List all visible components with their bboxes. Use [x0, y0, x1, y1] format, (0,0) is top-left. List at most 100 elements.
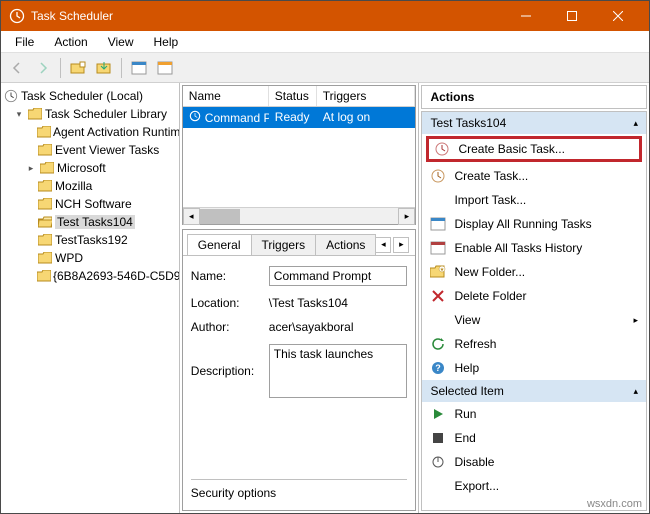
maximize-button[interactable]	[549, 1, 595, 31]
tree-item-wpd[interactable]: WPD	[3, 249, 177, 267]
tab-triggers[interactable]: Triggers	[251, 234, 317, 255]
location-value: \Test Tasks104	[269, 296, 408, 310]
col-triggers[interactable]: Triggers	[317, 86, 416, 106]
folder-icon	[37, 124, 51, 140]
menu-help[interactable]: Help	[144, 33, 189, 51]
tree-item-guid[interactable]: {6B8A2693-546D-C5D9	[3, 267, 177, 285]
menu-view[interactable]: View	[98, 33, 144, 51]
disable-icon	[430, 454, 446, 470]
name-field[interactable]: Command Prompt	[269, 266, 408, 286]
svg-text:?: ?	[436, 363, 442, 373]
title-bar: Task Scheduler	[1, 1, 649, 31]
col-status[interactable]: Status	[269, 86, 317, 106]
collapse-icon[interactable]: ▾	[13, 109, 25, 120]
scroll-thumb[interactable]	[200, 209, 240, 224]
tab-general[interactable]: General	[187, 234, 252, 255]
location-label: Location:	[191, 296, 263, 310]
action-view[interactable]: View▸	[422, 308, 646, 332]
running-tasks-icon	[430, 216, 446, 232]
center-pane: Name Status Triggers Command P... Ready …	[180, 83, 420, 513]
action-refresh[interactable]: Refresh	[422, 332, 646, 356]
name-label: Name:	[191, 269, 263, 283]
forward-button[interactable]	[31, 56, 55, 80]
toolbar	[1, 53, 649, 83]
submenu-arrow-icon: ▸	[633, 315, 638, 326]
action-enable-history[interactable]: Enable All Tasks History	[422, 236, 646, 260]
list-header: Name Status Triggers	[183, 86, 416, 107]
folder-icon	[37, 178, 53, 194]
window-title: Task Scheduler	[31, 9, 503, 23]
list-empty-area	[183, 128, 416, 207]
toolbar-properties-icon[interactable]	[153, 56, 177, 80]
action-create-basic-task[interactable]: Create Basic Task...	[426, 136, 642, 162]
action-disable[interactable]: Disable	[422, 450, 646, 474]
folder-icon	[27, 106, 43, 122]
action-run[interactable]: Run	[422, 402, 646, 426]
expand-icon[interactable]: ▸	[25, 163, 37, 174]
author-label: Author:	[191, 320, 263, 334]
export-icon	[430, 478, 446, 494]
watermark: wsxdn.com	[587, 498, 642, 510]
toolbar-separator	[60, 58, 61, 78]
close-button[interactable]	[595, 1, 641, 31]
action-group-selected[interactable]: Selected Item▴	[422, 380, 646, 402]
tree-root[interactable]: Task Scheduler (Local)	[3, 87, 177, 105]
detail-tabs: General Triggers Actions ◂ ▸	[183, 230, 416, 255]
tab-scroll-right-icon[interactable]: ▸	[393, 237, 409, 253]
tab-general-body: Name: Command Prompt Location: \Test Tasks…	[183, 255, 416, 510]
delete-icon	[430, 288, 446, 304]
view-icon	[430, 312, 446, 328]
folder-icon	[37, 232, 53, 248]
author-value: acer\sayakboral	[269, 320, 408, 334]
actions-pane: Actions Test Tasks104▴ Create Basic Task…	[419, 83, 649, 513]
horizontal-scrollbar[interactable]: ◂ ▸	[183, 207, 416, 224]
actions-pane-title: Actions	[421, 85, 647, 109]
action-delete-folder[interactable]: Delete Folder	[422, 284, 646, 308]
folder-icon	[37, 142, 53, 158]
action-help[interactable]: ?Help	[422, 356, 646, 380]
tab-scroll-left-icon[interactable]: ◂	[375, 237, 391, 253]
history-icon	[430, 240, 446, 256]
tree-library[interactable]: ▾ Task Scheduler Library	[3, 105, 177, 123]
tab-actions[interactable]: Actions	[315, 234, 376, 255]
action-end[interactable]: End	[422, 426, 646, 450]
task-list: Name Status Triggers Command P... Ready …	[182, 85, 417, 225]
collapse-icon: ▴	[633, 386, 638, 397]
tree-item-nch[interactable]: NCH Software	[3, 195, 177, 213]
action-new-folder[interactable]: ★New Folder...	[422, 260, 646, 284]
tree-item-mozilla[interactable]: Mozilla	[3, 177, 177, 195]
folder-icon	[37, 250, 53, 266]
tree-item-event[interactable]: Event Viewer Tasks	[3, 141, 177, 159]
svg-text:★: ★	[440, 267, 445, 273]
description-field[interactable]: This task launches	[269, 344, 408, 398]
tree-item-test104[interactable]: Test Tasks104	[3, 213, 177, 231]
run-icon	[430, 406, 446, 422]
folder-open-icon	[37, 214, 53, 230]
description-label: Description:	[191, 364, 263, 378]
col-name[interactable]: Name	[183, 86, 269, 106]
tree-item-microsoft[interactable]: ▸Microsoft	[3, 159, 177, 177]
toolbar-new-folder-icon[interactable]	[66, 56, 90, 80]
scroll-right-icon[interactable]: ▸	[398, 208, 415, 225]
clock-icon	[189, 110, 201, 125]
action-import-task[interactable]: Import Task...	[422, 188, 646, 212]
action-export[interactable]: Export...	[422, 474, 646, 498]
task-row[interactable]: Command P... Ready At log on	[183, 107, 416, 128]
security-options-label: Security options	[191, 486, 276, 500]
import-icon	[430, 192, 446, 208]
folder-icon	[37, 196, 53, 212]
scroll-left-icon[interactable]: ◂	[183, 208, 200, 225]
toolbar-import-icon[interactable]	[92, 56, 116, 80]
toolbar-running-icon[interactable]	[127, 56, 151, 80]
action-create-task[interactable]: Create Task...	[422, 164, 646, 188]
minimize-button[interactable]	[503, 1, 549, 31]
back-button[interactable]	[5, 56, 29, 80]
tree-item-test192[interactable]: TestTasks192	[3, 231, 177, 249]
action-group-folder[interactable]: Test Tasks104▴	[422, 112, 646, 134]
menu-file[interactable]: File	[5, 33, 44, 51]
action-display-running[interactable]: Display All Running Tasks	[422, 212, 646, 236]
create-basic-task-icon	[434, 141, 450, 157]
clock-icon	[3, 88, 19, 104]
menu-action[interactable]: Action	[44, 33, 97, 51]
tree-item-agent[interactable]: Agent Activation Runtime	[3, 123, 177, 141]
